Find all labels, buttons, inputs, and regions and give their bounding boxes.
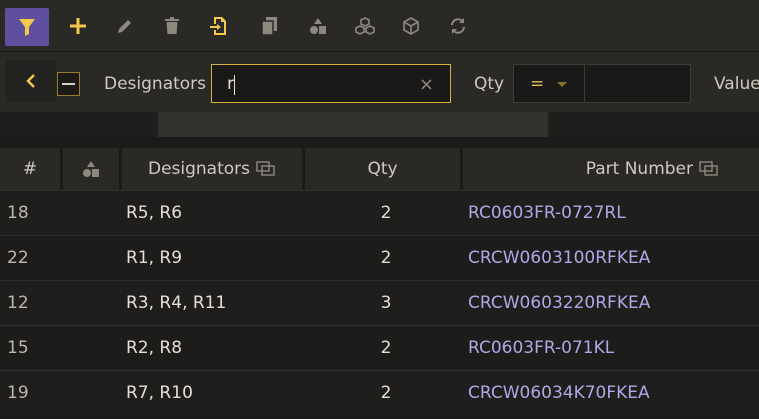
table-row[interactable]: 18 R5, R6 2 RC0603FR-0727RL: [0, 190, 759, 235]
import-icon: [210, 17, 226, 35]
row-index: 12: [7, 293, 29, 313]
qty-operator-select[interactable]: =: [513, 64, 585, 103]
row-designators: R1, R9: [126, 248, 183, 268]
row-part-number-link[interactable]: RC0603FR-0727RL: [468, 191, 626, 236]
filter-button[interactable]: [5, 8, 49, 46]
cubes-button[interactable]: [347, 7, 383, 45]
shapes-icon: [83, 161, 99, 177]
filter-bar: Designators r × Qty = Value: [0, 52, 759, 112]
qty-value-input[interactable]: [585, 64, 691, 103]
cube-icon: [403, 17, 419, 35]
row-index: 15: [7, 338, 29, 358]
designators-filter-label: Designators: [104, 74, 207, 94]
qty-operator-value: =: [530, 74, 545, 94]
table-row[interactable]: 15 R2, R8 2 RC0603FR-071KL: [0, 325, 759, 370]
text-caret: [234, 75, 235, 95]
collapse-filters-button[interactable]: [6, 60, 56, 102]
value-filter-label: Value: [714, 74, 759, 94]
swap-button[interactable]: [440, 7, 476, 45]
row-index: 18: [7, 203, 29, 223]
delete-button[interactable]: [154, 7, 190, 45]
designators-filter-value: r: [227, 74, 234, 94]
column-header-qty[interactable]: Qty: [305, 148, 460, 190]
column-header-type[interactable]: [63, 148, 119, 190]
chevron-left-icon: [26, 74, 35, 88]
qty-filter-label: Qty: [474, 74, 505, 94]
column-header-index[interactable]: #: [0, 148, 60, 190]
column-header-designators[interactable]: Designators: [122, 148, 302, 190]
shapes-button[interactable]: [300, 7, 336, 45]
row-part-number-link[interactable]: RC0603FR-071KL: [468, 326, 614, 371]
plus-icon: [70, 18, 86, 34]
horizontal-scrollbar-thumb[interactable]: [158, 112, 548, 137]
edit-button[interactable]: [107, 7, 143, 45]
trash-icon: [165, 17, 179, 34]
cube-button[interactable]: [393, 7, 429, 45]
import-button[interactable]: [200, 7, 236, 45]
row-part-number-link[interactable]: CRCW0603100RFKEA: [468, 236, 650, 281]
table-row[interactable]: 12 R3, R4, R11 3 CRCW0603220RFKEA: [0, 280, 759, 325]
row-qty: 2: [380, 338, 392, 358]
row-designators: R3, R4, R11: [126, 293, 227, 313]
group-column-icon: [256, 161, 275, 176]
row-qty: 2: [380, 203, 392, 223]
pencil-icon: [118, 20, 131, 33]
shapes-icon: [310, 18, 326, 34]
row-qty: 2: [380, 248, 392, 268]
caret-down-icon: [557, 82, 567, 87]
designators-filter-input[interactable]: r ×: [211, 64, 451, 103]
table-header: # Designators Qty Part Number: [0, 148, 759, 190]
divider: [0, 137, 759, 148]
row-qty: 3: [380, 293, 392, 313]
row-designators: R2, R8: [126, 338, 183, 358]
deselect-checkbox[interactable]: [57, 72, 80, 96]
add-button[interactable]: [60, 7, 96, 45]
row-qty: 2: [380, 383, 392, 403]
table-row[interactable]: 19 R7, R10 2 CRCW06034K70FKEA: [0, 370, 759, 415]
copy-icon: [261, 17, 277, 36]
clear-icon[interactable]: ×: [419, 74, 434, 95]
row-index: 22: [7, 248, 29, 268]
filter-icon: [19, 19, 35, 36]
copy-button[interactable]: [252, 7, 288, 45]
row-index: 19: [7, 383, 29, 403]
column-header-part-number[interactable]: Part Number: [463, 148, 759, 190]
row-part-number-link[interactable]: CRCW0603220RFKEA: [468, 281, 650, 326]
cubes-icon: [355, 17, 375, 35]
row-part-number-link[interactable]: CRCW06034K70FKEA: [468, 371, 650, 416]
horizontal-scrollbar-track[interactable]: [0, 112, 759, 137]
group-column-icon: [699, 161, 718, 176]
row-designators: R7, R10: [126, 383, 193, 403]
swap-icon: [451, 18, 465, 34]
toolbar: [0, 0, 759, 52]
table-row[interactable]: 22 R1, R9 2 CRCW0603100RFKEA: [0, 235, 759, 280]
minus-icon: [62, 83, 75, 85]
row-designators: R5, R6: [126, 203, 183, 223]
